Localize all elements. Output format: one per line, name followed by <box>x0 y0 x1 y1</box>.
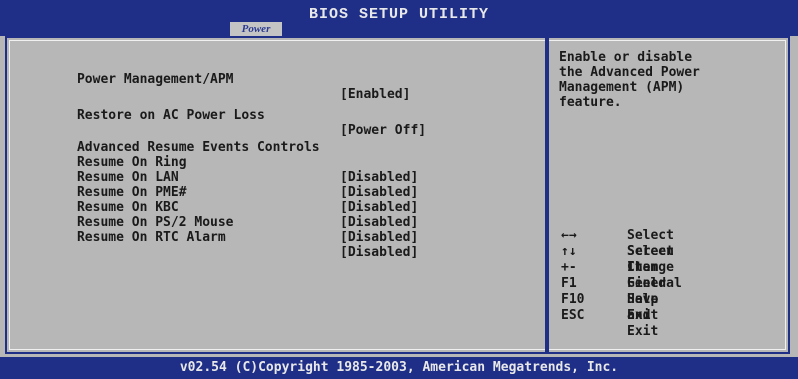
setting-value[interactable]: [Disabled] <box>340 170 418 185</box>
title-bar: BIOS SETUP UTILITY Power <box>0 0 798 36</box>
key-label: ESC <box>561 308 585 323</box>
setting-value[interactable]: [Enabled] <box>340 87 410 102</box>
main-panel: Power Management/APM [Enabled] Restore o… <box>5 36 790 354</box>
setting-value[interactable]: [Disabled] <box>340 230 418 245</box>
panel-divider <box>545 38 549 352</box>
setting-resume-on-rtc-alarm[interactable]: Resume On RTC Alarm [Disabled] <box>30 215 418 275</box>
setting-value[interactable]: [Disabled] <box>340 200 418 215</box>
bios-title: BIOS SETUP UTILITY <box>308 6 490 23</box>
setting-value[interactable]: [Disabled] <box>340 245 418 260</box>
setting-value[interactable]: [Power Off] <box>340 123 426 138</box>
key-label: ←→ <box>561 228 577 243</box>
help-text: Enable or disable the Advanced Power Man… <box>559 50 700 110</box>
key-label: ↑↓ <box>561 244 577 259</box>
setting-value[interactable]: [Disabled] <box>340 185 418 200</box>
key-label: F1 <box>561 276 577 291</box>
setting-label: Power Management/APM <box>76 72 234 87</box>
setting-value[interactable]: [Disabled] <box>340 215 418 230</box>
setting-label: Restore on AC Power Loss <box>76 108 265 123</box>
key-description: Exit <box>627 308 659 323</box>
tab-power[interactable]: Power <box>230 22 282 36</box>
key-label: F10 <box>561 292 585 307</box>
copyright-footer: v02.54 (C)Copyright 1985-2003, American … <box>0 357 798 379</box>
setting-label: Resume On RTC Alarm <box>76 230 226 245</box>
key-label: +- <box>561 260 577 275</box>
